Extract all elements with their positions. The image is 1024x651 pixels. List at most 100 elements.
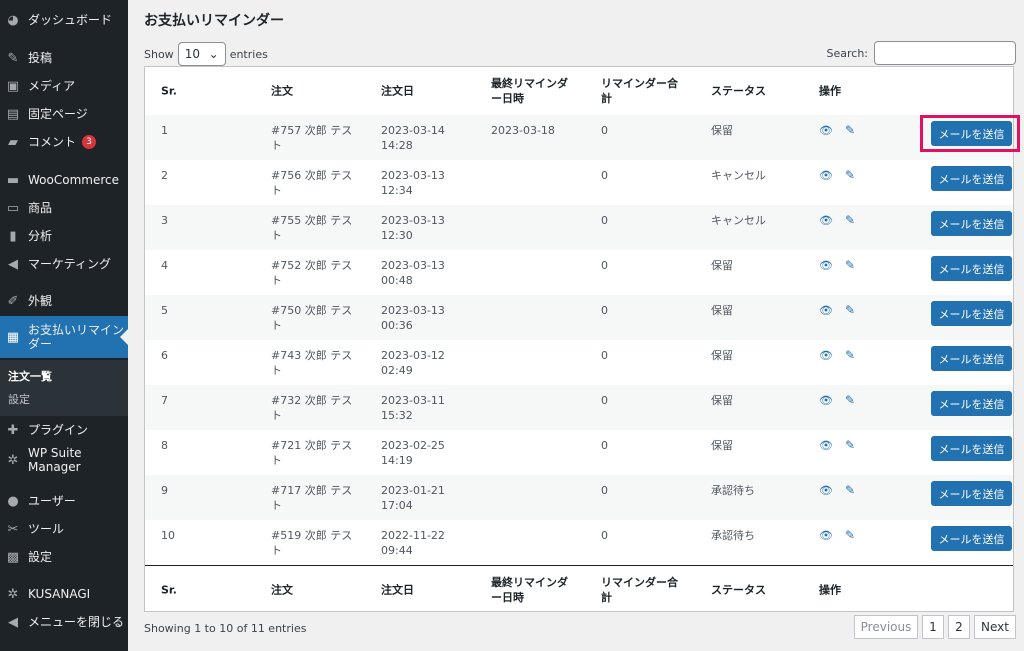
cell-reminder-count: 0 (601, 304, 608, 317)
sidebar-item-chart[interactable]: ▮ 分析 (0, 222, 128, 250)
cell-reminder-count: 0 (601, 439, 608, 452)
sidebar-item-gear[interactable]: ✲ KUSANAGI (0, 580, 128, 608)
cell-status: キャンセル (711, 214, 766, 227)
page-1-button[interactable]: 1 (922, 615, 944, 639)
submenu-orders[interactable]: 注文一覧 (8, 368, 52, 384)
table-footer-date[interactable]: 注文日 (381, 583, 461, 598)
sidebar-item-label: 商品 (28, 201, 53, 215)
next-button[interactable]: Next (974, 615, 1016, 639)
table-footer-order[interactable]: 注文 (271, 583, 355, 598)
sidebar-item-dashboard[interactable]: ◕ ダッシュボード (0, 6, 128, 34)
send-email-button[interactable]: メールを送信 (931, 166, 1012, 191)
sidebar-item-megaphone[interactable]: ◀ マーケティング (0, 250, 128, 278)
eye-icon[interactable]: 👁 (819, 393, 833, 408)
pencil-icon[interactable]: ✎ (845, 528, 855, 543)
sidebar-item-page[interactable]: ▤ 固定ページ (0, 100, 128, 128)
sidebar-item-pin[interactable]: ✎ 投稿 (0, 44, 128, 72)
table-header-sr[interactable]: Sr. (161, 84, 177, 99)
send-email-button[interactable]: メールを送信 (931, 481, 1012, 506)
table-header-date[interactable]: 注文日 (381, 84, 461, 99)
send-email-button[interactable]: メールを送信 (931, 436, 1012, 461)
sidebar-item-brush[interactable]: ✐ 外観 (0, 287, 128, 315)
eye-icon[interactable]: 👁 (819, 258, 833, 273)
table-footer-actions[interactable]: 操作 (819, 583, 841, 598)
eye-icon[interactable]: 👁 (819, 123, 833, 138)
dashboard-icon: ◕ (7, 12, 19, 28)
sidebar-item-collapse[interactable]: ◀ メニューを閉じる (0, 608, 128, 636)
table-header-last-reminder[interactable]: 最終リマインダー日時 (491, 76, 577, 106)
send-email-button[interactable]: メールを送信 (931, 211, 1012, 236)
pencil-icon[interactable]: ✎ (845, 483, 855, 498)
brush-icon: ✐ (7, 293, 19, 309)
cell-sr: 8 (161, 439, 168, 452)
eye-icon[interactable]: 👁 (819, 348, 833, 363)
pencil-icon[interactable]: ✎ (845, 303, 855, 318)
comment-count-badge: 3 (82, 135, 97, 149)
row-actions: 👁 ✎ (819, 168, 855, 183)
table-footer-reminder-count[interactable]: リマインダー合計 (601, 575, 687, 605)
submenu-settings[interactable]: 設定 (8, 391, 30, 407)
sidebar-item-media[interactable]: ▣ メディア (0, 72, 128, 100)
sidebar-item-label: ダッシュボード (28, 13, 113, 27)
search-control: Search: (827, 41, 1016, 65)
previous-button[interactable]: Previous (854, 615, 918, 639)
table-header-reminder-count[interactable]: リマインダー合計 (601, 76, 687, 106)
sidebar-item-gear[interactable]: ✲ WP Suite Manager (0, 444, 128, 476)
table-footer-last-reminder[interactable]: 最終リマインダー日時 (491, 575, 577, 605)
search-input[interactable] (874, 41, 1016, 65)
cell-reminder-count: 0 (601, 529, 608, 542)
table-info: Showing 1 to 10 of 11 entries (144, 622, 307, 635)
table-header-actions[interactable]: 操作 (819, 84, 841, 99)
cell-status: 保留 (711, 124, 733, 137)
sidebar-item-comment[interactable]: ▰ コメント 3 (0, 128, 128, 156)
page-title: お支払いリマインダー (144, 13, 284, 29)
send-email-button[interactable]: メールを送信 (931, 346, 1012, 371)
eye-icon[interactable]: 👁 (819, 213, 833, 228)
eye-icon[interactable]: 👁 (819, 303, 833, 318)
cell-order: #756 次郎 テスト (271, 169, 353, 197)
sidebar-item-label: 外観 (28, 294, 53, 308)
send-email-button[interactable]: メールを送信 (931, 256, 1012, 281)
length-select[interactable]: 10 ⌄ (177, 42, 226, 66)
send-email-button[interactable]: メールを送信 (931, 391, 1012, 416)
eye-icon[interactable]: 👁 (819, 168, 833, 183)
eye-icon[interactable]: 👁 (819, 483, 833, 498)
table-footer-sr[interactable]: Sr. (161, 583, 177, 598)
send-email-button[interactable]: メールを送信 (931, 526, 1012, 551)
pencil-icon[interactable]: ✎ (845, 168, 855, 183)
table-header-status[interactable]: ステータス (711, 84, 766, 99)
send-email-button[interactable]: メールを送信 (931, 301, 1012, 326)
pin-icon: ✎ (7, 50, 19, 66)
eye-icon[interactable]: 👁 (819, 528, 833, 543)
table-header-order[interactable]: 注文 (271, 84, 355, 99)
table-footer-status[interactable]: ステータス (711, 583, 766, 598)
eye-icon[interactable]: 👁 (819, 438, 833, 453)
cell-order: #743 次郎 テスト (271, 349, 353, 377)
sidebar-item-wrench[interactable]: ✂ ツール (0, 515, 128, 543)
sidebar-item-label: ツール (28, 522, 65, 536)
sidebar-item-woo[interactable]: ▬ WooCommerce (0, 166, 128, 194)
orders-table: Sr. 注文 注文日 最終リマインダー日時 リマインダー合計 ステータス 操作 1 #757 次… (144, 66, 1020, 612)
cell-sr: 1 (161, 124, 168, 137)
cell-sr: 10 (161, 529, 175, 542)
pencil-icon[interactable]: ✎ (845, 348, 855, 363)
cell-order: #717 次郎 テスト (271, 484, 353, 512)
sidebar-item-settings[interactable]: ▩ 設定 (0, 543, 128, 571)
pencil-icon[interactable]: ✎ (845, 258, 855, 273)
sidebar-item-plugin[interactable]: ✚ プラグイン (0, 416, 128, 444)
cell-order: #519 次郎 テスト (271, 529, 353, 557)
pencil-icon[interactable]: ✎ (845, 438, 855, 453)
sidebar-item-label: WP Suite Manager (28, 446, 82, 474)
sidebar-item-archive[interactable]: ▭ 商品 (0, 194, 128, 222)
archive-icon: ▭ (6, 200, 20, 216)
cell-date: 2022-11-22 09:44 (381, 529, 445, 557)
page-2-button[interactable]: 2 (948, 615, 970, 639)
pencil-icon[interactable]: ✎ (845, 213, 855, 228)
cell-reminder-count: 0 (601, 169, 608, 182)
send-email-button[interactable]: メールを送信 (931, 121, 1012, 146)
sidebar-item-reminder[interactable]: ▦ お支払いリマインダー (0, 316, 128, 358)
pencil-icon[interactable]: ✎ (845, 123, 855, 138)
sidebar-item-user[interactable]: ● ユーザー (0, 487, 128, 515)
pencil-icon[interactable]: ✎ (845, 393, 855, 408)
cell-status: 保留 (711, 259, 733, 272)
